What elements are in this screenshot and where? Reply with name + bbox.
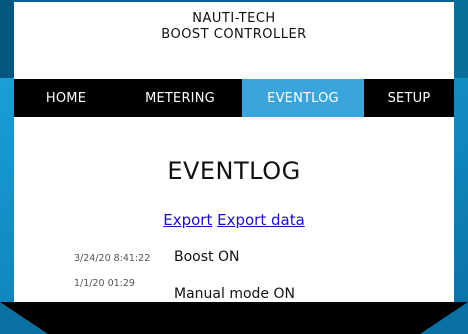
nav-tab-setup[interactable]: SETUP [364,79,454,117]
app-panel: NAUTI-TECH BOOST CONTROLLER HOME METERIN… [14,2,454,334]
corner-decoration-right [420,302,468,334]
bottom-bar [0,302,468,334]
screen: NAUTI-TECH BOOST CONTROLLER HOME METERIN… [0,0,468,334]
main-nav: HOME METERING EVENTLOG SETUP [14,79,454,117]
nav-tab-home[interactable]: HOME [14,79,118,117]
event-message: Manual mode ON [174,286,295,302]
nav-tab-eventlog[interactable]: EVENTLOG [242,79,364,117]
export-data-link[interactable]: Export data [217,211,305,229]
brand-line-1: NAUTI-TECH [192,11,276,26]
corner-decoration-left [0,302,48,334]
export-link[interactable]: Export [163,211,212,229]
export-links: Export Export data [14,211,454,229]
event-timestamp: 1/1/20 01:29 [74,278,135,289]
nav-tab-metering[interactable]: METERING [118,79,242,117]
page-title: EVENTLOG [167,157,301,185]
event-message: Boost ON [174,249,240,265]
event-timestamp: 3/24/20 8:41:22 [74,253,151,264]
background-edge-right [454,0,468,78]
brand-line-2: BOOST CONTROLLER [161,27,307,42]
app-header: NAUTI-TECH BOOST CONTROLLER [14,2,454,79]
background-edge-left [0,0,14,78]
